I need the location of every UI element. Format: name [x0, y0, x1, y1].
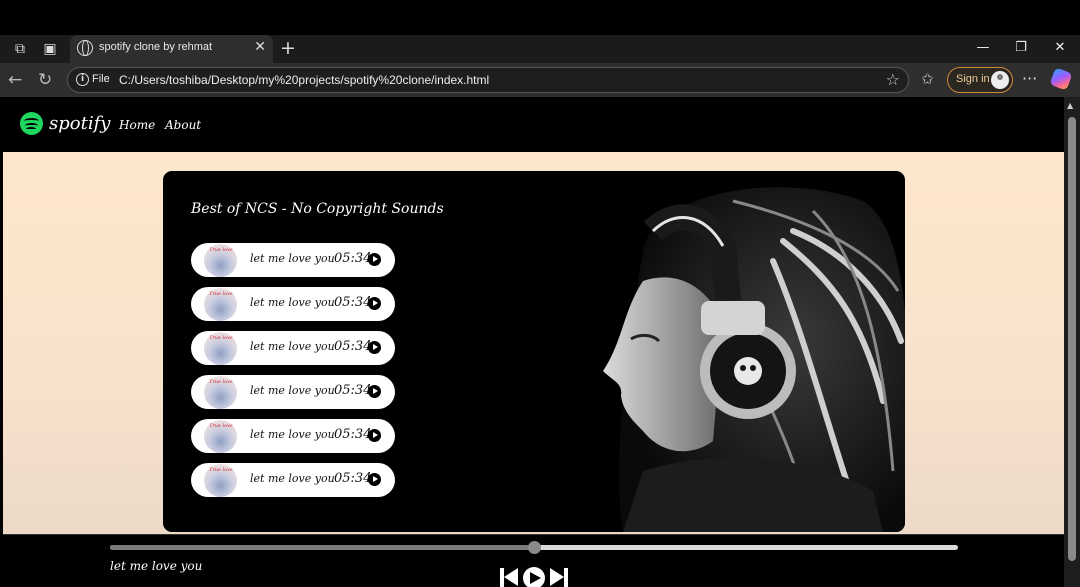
site-navbar: spotify Home About	[3, 97, 1064, 152]
playlist-card: Best of NCS - No Copyright Sounds True l…	[163, 171, 905, 532]
progress-knob[interactable]	[528, 541, 541, 554]
song-name: let me love you	[250, 340, 335, 353]
sign-in-label: Sign in	[956, 73, 990, 85]
more-menu-icon[interactable]: ···	[1022, 69, 1037, 88]
song-duration: 05:34	[334, 251, 372, 266]
profile-avatar-icon	[991, 71, 1009, 89]
sign-in-button[interactable]: Sign in	[947, 67, 1013, 93]
play-circle-icon[interactable]	[368, 429, 381, 442]
previous-icon[interactable]	[500, 568, 518, 587]
new-tab-icon[interactable]: +	[280, 37, 296, 59]
page-viewport: spotify Home About Best of NCS - No Copy…	[3, 97, 1064, 587]
nav-link-about[interactable]: About	[165, 118, 201, 132]
song-name: let me love you	[250, 428, 335, 441]
address-bar[interactable]: i File C:/Users/toshiba/Desktop/my%20pro…	[67, 67, 909, 93]
song-item[interactable]: True love let me love you 05:34	[191, 375, 395, 409]
song-item[interactable]: True love let me love you 05:34	[191, 419, 395, 453]
song-item[interactable]: True love let me love you 05:34	[191, 331, 395, 365]
song-duration: 05:34	[334, 295, 372, 310]
brand-name[interactable]: spotify	[49, 113, 110, 134]
song-cover-image: True love	[204, 332, 237, 365]
browser-tab[interactable]: spotify clone by rehmat ✕	[70, 35, 273, 63]
song-name: let me love you	[250, 384, 335, 397]
info-icon[interactable]: i	[76, 73, 89, 86]
song-cover-image: True love	[204, 244, 237, 277]
song-name: let me love you	[250, 296, 335, 309]
song-cover-image: True love	[204, 420, 237, 453]
scroll-thumb[interactable]	[1068, 117, 1076, 561]
address-url[interactable]: C:/Users/toshiba/Desktop/my%20projects/s…	[119, 73, 489, 87]
close-tab-icon[interactable]: ✕	[254, 39, 266, 55]
play-circle-icon[interactable]	[368, 473, 381, 486]
back-icon[interactable]: ←	[8, 70, 22, 90]
song-cover-image: True love	[204, 288, 237, 321]
tab-actions-icon[interactable]: ▣	[41, 40, 59, 58]
song-item[interactable]: True love let me love you 05:34	[191, 463, 395, 497]
page-scrollbar[interactable]: ▲	[1064, 97, 1080, 587]
restore-icon[interactable]: ❐	[1013, 40, 1029, 55]
minimize-icon[interactable]: —	[975, 40, 991, 55]
song-name: let me love you	[250, 252, 335, 265]
window-titlebar	[0, 0, 1080, 35]
nav-link-home[interactable]: Home	[119, 118, 155, 132]
close-window-icon[interactable]: ✕	[1052, 40, 1068, 55]
play-circle-icon[interactable]	[368, 385, 381, 398]
favorites-icon[interactable]: ✩	[921, 70, 934, 88]
song-duration: 05:34	[334, 427, 372, 442]
song-item[interactable]: True love let me love you 05:34	[191, 243, 395, 277]
progress-fill	[110, 545, 534, 550]
player-controls	[500, 567, 568, 587]
song-cover-image: True love	[204, 376, 237, 409]
play-circle-icon[interactable]	[523, 567, 545, 587]
playlist-title: Best of NCS - No Copyright Sounds	[191, 201, 444, 217]
globe-icon	[77, 40, 93, 56]
song-duration: 05:34	[334, 471, 372, 486]
play-circle-icon[interactable]	[368, 297, 381, 310]
workspaces-icon[interactable]: ⧉	[11, 40, 29, 58]
song-name: let me love you	[250, 472, 335, 485]
address-scheme-label: File	[92, 73, 110, 85]
now-playing-title: let me love you	[110, 559, 203, 573]
next-icon[interactable]	[550, 568, 568, 587]
player-bar: let me love you	[3, 534, 1064, 587]
play-circle-icon[interactable]	[368, 341, 381, 354]
progress-bar[interactable]	[110, 541, 958, 554]
song-duration: 05:34	[334, 339, 372, 354]
song-duration: 05:34	[334, 383, 372, 398]
hero-headphones-image	[603, 187, 905, 532]
refresh-icon[interactable]: ↻	[38, 70, 52, 90]
tab-title: spotify clone by rehmat	[99, 41, 213, 53]
song-item[interactable]: True love let me love you 05:34	[191, 287, 395, 321]
play-circle-icon[interactable]	[368, 253, 381, 266]
song-cover-image: True love	[204, 464, 237, 497]
scroll-up-icon[interactable]: ▲	[1067, 101, 1073, 110]
favorite-star-icon[interactable]: ☆	[886, 70, 900, 89]
spotify-logo-icon[interactable]	[20, 112, 43, 135]
